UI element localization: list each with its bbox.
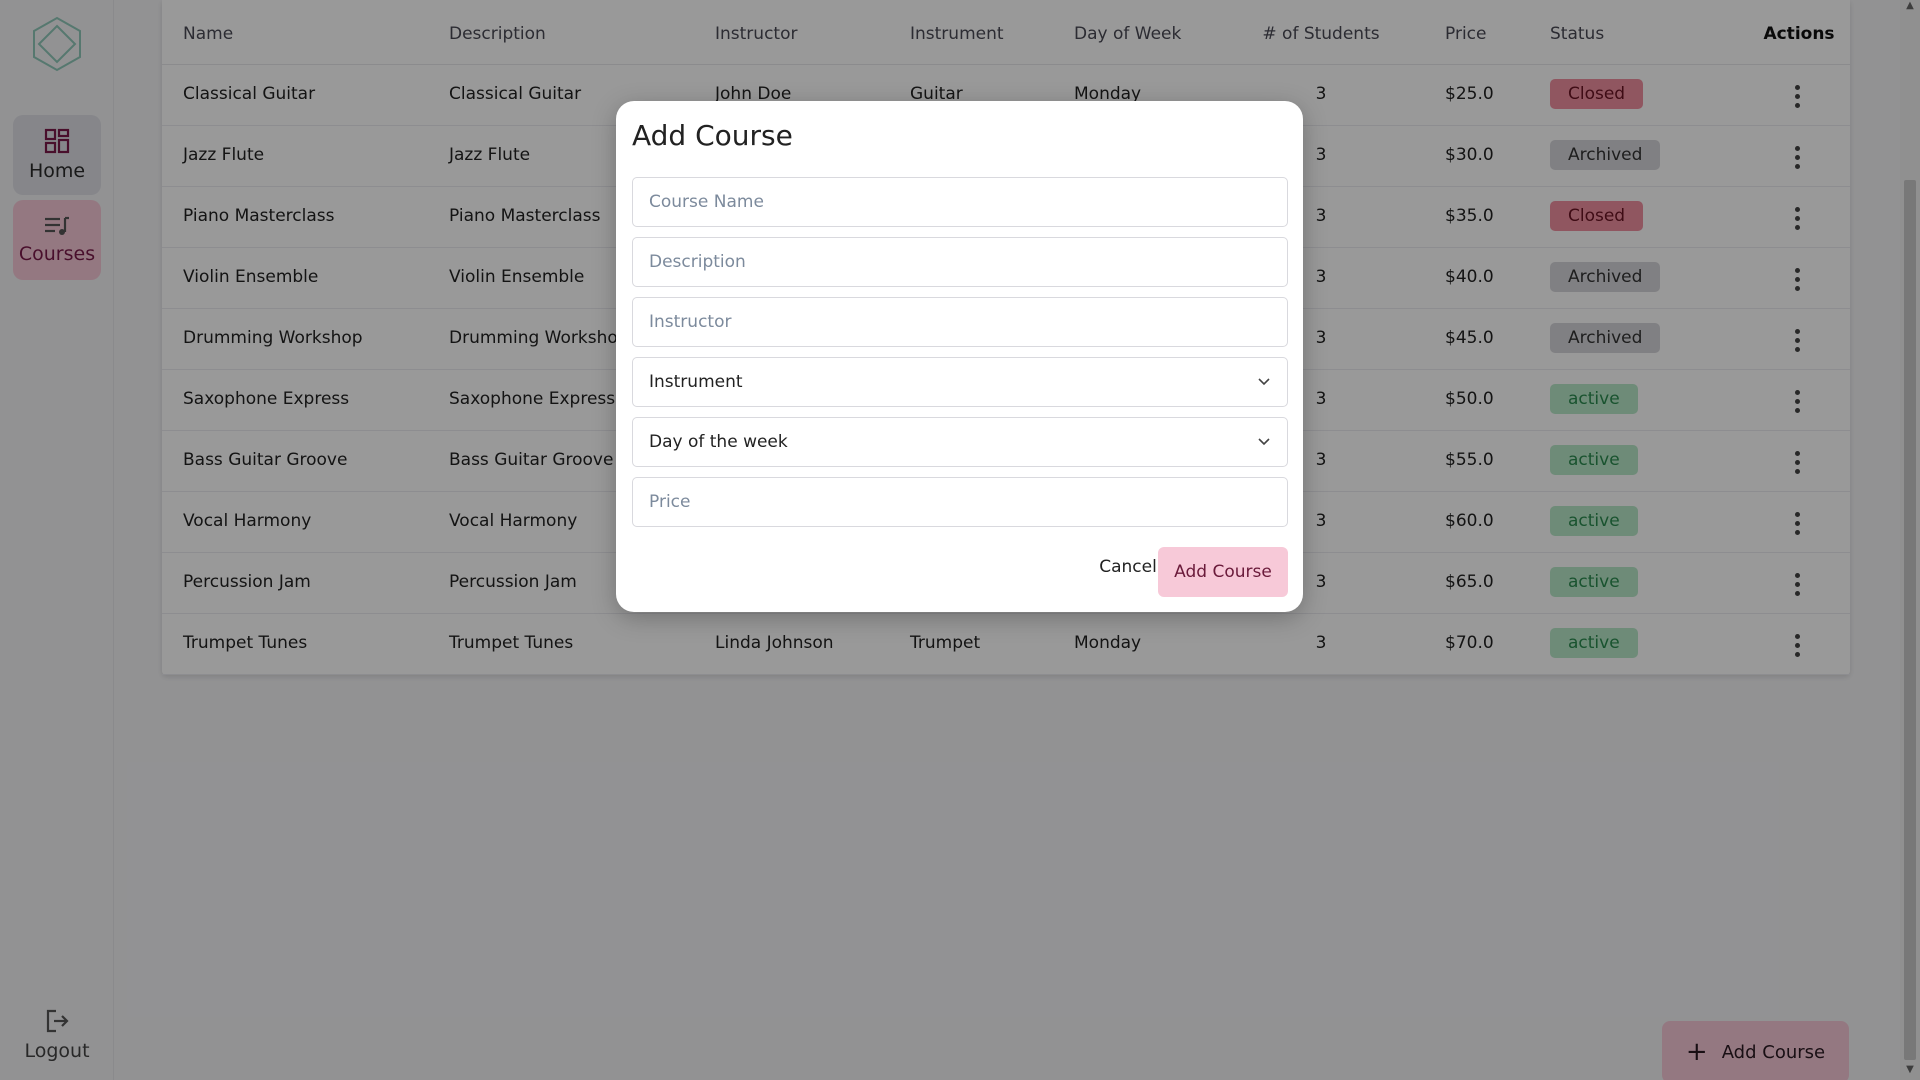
description-input[interactable] [649, 252, 1271, 272]
cancel-button[interactable]: Cancel [1088, 547, 1168, 587]
submit-add-course-button[interactable]: Add Course [1158, 547, 1288, 597]
chevron-down-icon [1258, 438, 1270, 446]
course-name-field[interactable] [632, 177, 1288, 227]
day-of-week-select[interactable]: Day of the week [632, 417, 1288, 467]
chevron-down-icon [1258, 378, 1270, 386]
instructor-input[interactable] [649, 312, 1271, 332]
price-field[interactable] [632, 477, 1288, 527]
day-of-week-select-value: Day of the week [649, 432, 788, 452]
instrument-select-value: Instrument [649, 372, 743, 392]
course-name-input[interactable] [649, 192, 1271, 212]
description-field[interactable] [632, 237, 1288, 287]
instrument-select[interactable]: Instrument [632, 357, 1288, 407]
dialog-title: Add Course [632, 119, 793, 152]
instructor-field[interactable] [632, 297, 1288, 347]
add-course-dialog: Add Course Instrument Day of the week Ca… [616, 101, 1303, 612]
price-input[interactable] [649, 492, 1271, 512]
